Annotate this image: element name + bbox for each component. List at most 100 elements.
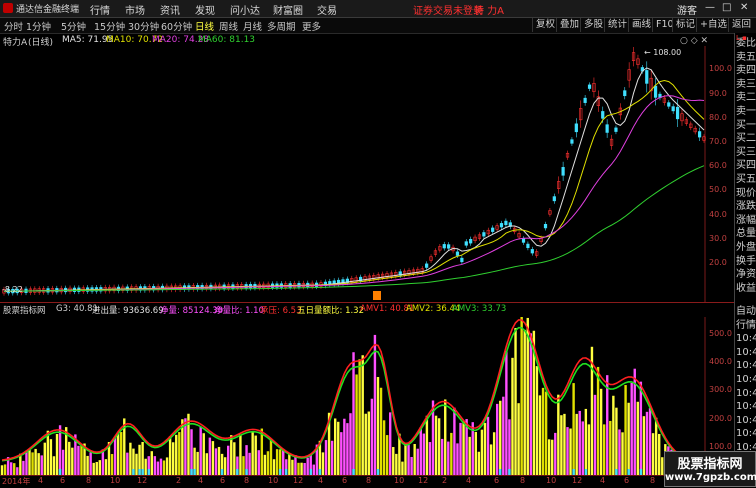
tab-weekly[interactable]: 周线 xyxy=(219,19,238,33)
date-tick: 2 xyxy=(442,476,448,485)
tab-30min[interactable]: 30分钟 xyxy=(128,19,159,33)
sidebar-tick-item: 10:4 xyxy=(736,346,756,358)
candle-body xyxy=(552,196,556,202)
volume-bar xyxy=(554,432,557,475)
tab-timeshare[interactable]: 分时 xyxy=(4,19,23,33)
volume-bar xyxy=(392,447,395,475)
tab-multi-period[interactable]: 多周期 xyxy=(267,19,296,33)
volume-bar xyxy=(474,431,477,475)
chart-controls-icon[interactable]: ○ ◇ ✕ xyxy=(680,36,708,46)
volume-bar xyxy=(480,429,484,475)
adjust-button[interactable]: 复权 xyxy=(532,18,558,32)
volume-bar xyxy=(437,418,441,475)
tab-5min[interactable]: 5分钟 xyxy=(61,19,86,33)
volume-bar xyxy=(551,439,554,475)
menu-trade[interactable]: 交易 xyxy=(317,2,337,17)
tab-more[interactable]: 更多 xyxy=(302,19,321,33)
watermark-url: www.7gpzb.com xyxy=(665,472,756,483)
volume-bar xyxy=(159,458,163,475)
volume-bar xyxy=(376,377,380,475)
volume-bar xyxy=(541,387,545,475)
date-tick: 6 xyxy=(60,476,66,485)
candle-body xyxy=(530,249,534,254)
volume-bar xyxy=(389,412,392,475)
tab-monthly[interactable]: 月线 xyxy=(243,19,262,33)
candle-body xyxy=(504,220,508,226)
volume-bar xyxy=(340,432,343,475)
volume-bar xyxy=(499,400,502,475)
candle-body xyxy=(464,241,468,246)
sidebar-tick-item: 10:4 xyxy=(736,374,756,385)
volume-bar xyxy=(306,457,309,475)
stats-button[interactable]: 统计 xyxy=(604,18,630,32)
volume-bar xyxy=(214,448,218,475)
ma10-line xyxy=(3,79,705,292)
menu-assistant[interactable]: 问小达 xyxy=(230,2,260,17)
tab-60min[interactable]: 60分钟 xyxy=(161,19,192,33)
volume-bar xyxy=(86,455,89,475)
volume-bar xyxy=(294,455,297,475)
close-button[interactable]: ✕ xyxy=(740,2,748,13)
sidebar-item: 卖二 xyxy=(736,92,756,104)
date-tick: 8 xyxy=(244,476,250,485)
add-watchlist-button[interactable]: +自选 xyxy=(696,18,730,32)
mark-button[interactable]: 标记 xyxy=(672,18,698,32)
volume-bar xyxy=(144,458,147,475)
volume-bar xyxy=(288,453,291,475)
volume-bar xyxy=(654,417,658,475)
volume-bar xyxy=(178,432,181,475)
volume-bar xyxy=(126,452,129,475)
date-tick: 12 xyxy=(137,476,148,485)
tab-15min[interactable]: 15分钟 xyxy=(94,19,125,33)
volume-bar xyxy=(367,411,371,475)
app-logo-icon xyxy=(3,3,13,13)
volume-bar xyxy=(233,442,236,475)
date-tick: 4 xyxy=(466,476,472,485)
back-button[interactable]: 返回 xyxy=(728,18,754,32)
candle-body xyxy=(425,263,429,268)
volume-bar xyxy=(34,448,37,475)
price-chart[interactable]: ← 108.00 -8.22 xyxy=(0,46,708,302)
candle-body xyxy=(526,243,530,249)
volume-bar xyxy=(563,413,566,475)
candle-body xyxy=(587,84,592,89)
draw-line-button[interactable]: 画线 xyxy=(628,18,654,32)
menu-discover[interactable]: 发现 xyxy=(195,2,215,17)
candle-body xyxy=(543,223,548,229)
guest-label[interactable]: 游客 xyxy=(677,2,697,17)
volume-bar xyxy=(266,451,270,475)
tab-1min[interactable]: 1分钟 xyxy=(26,19,51,33)
price-tick: 100.0 xyxy=(709,64,732,74)
volume-bar xyxy=(113,437,117,475)
maximize-button[interactable]: □ xyxy=(722,2,731,13)
price-tick: 50.0 xyxy=(709,185,727,195)
tab-daily[interactable]: 日线 xyxy=(195,19,214,33)
menu-news[interactable]: 资讯 xyxy=(160,2,180,17)
volume-bar xyxy=(349,413,352,475)
menu-wealth[interactable]: 财富圈 xyxy=(273,2,303,17)
sidebar-tick-item: 10:4 xyxy=(736,401,756,413)
minimize-button[interactable]: — xyxy=(705,2,715,13)
candle-body xyxy=(570,139,574,144)
volume-bar xyxy=(49,439,53,475)
menu-market[interactable]: 市场 xyxy=(125,2,145,17)
volume-bar xyxy=(330,440,334,475)
volume-bar xyxy=(257,450,260,475)
quote-sidebar: 委比 卖五 卖四 卖三 卖二 卖一 买一 买二 买三 买四 买五 现价 涨跌 涨幅 总量 外盘 换手 净资 收益 自动… xyxy=(734,33,756,475)
login-notice[interactable]: 证券交易未登录 xyxy=(413,2,483,17)
volume-bar xyxy=(658,433,661,475)
multi-stock-button[interactable]: 多股 xyxy=(580,18,606,32)
volume-bar xyxy=(120,432,123,475)
date-tick: 4 xyxy=(38,476,44,485)
volume-bar xyxy=(544,391,548,475)
indicator-chart[interactable] xyxy=(0,317,708,475)
overlay-button[interactable]: 叠加 xyxy=(556,18,582,32)
volume-bar xyxy=(624,385,627,475)
volume-bar xyxy=(612,395,615,475)
volume-bar xyxy=(382,420,386,475)
volume-bar xyxy=(514,328,517,475)
candle-body xyxy=(697,131,702,138)
menu-quotes[interactable]: 行情 xyxy=(90,2,110,17)
volume-bar xyxy=(52,456,56,475)
volume-bar xyxy=(104,459,108,475)
